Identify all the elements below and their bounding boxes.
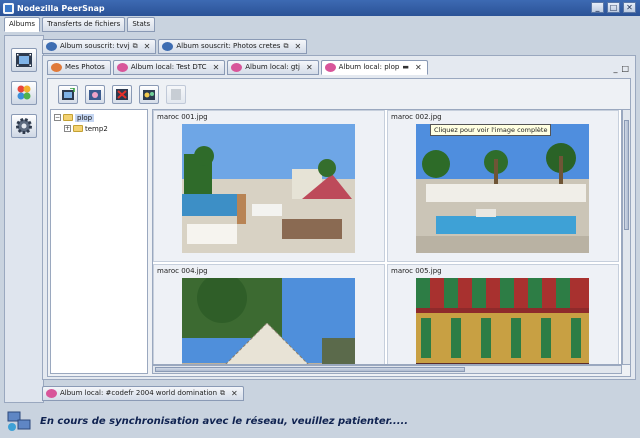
thumbnail-image[interactable] bbox=[182, 278, 355, 365]
tree-label: plop bbox=[75, 113, 95, 122]
album-tabbar: Mes Photos Album local: Test DTC ✕ Album… bbox=[47, 60, 428, 75]
main-tabbar: Albums Transferts de fichiers Stats bbox=[4, 17, 156, 33]
window-close-button[interactable]: ✕ bbox=[623, 2, 636, 13]
album-icon bbox=[324, 63, 336, 72]
tab-subscribed-photos-cretes[interactable]: Album souscrit: Photos cretes ⧉ ✕ bbox=[158, 39, 308, 54]
scroll-thumb[interactable] bbox=[155, 367, 465, 372]
gear-icon bbox=[16, 118, 32, 134]
thumbnail-caption: maroc 005.jpg bbox=[391, 267, 442, 275]
network-icon bbox=[7, 411, 31, 431]
tab-albums[interactable]: Albums bbox=[4, 17, 41, 32]
tab-my-photos[interactable]: Mes Photos bbox=[47, 60, 111, 75]
panel-maximize-button[interactable]: □ bbox=[621, 64, 629, 73]
folder-open-icon bbox=[63, 114, 73, 121]
close-tab-icon[interactable]: ✕ bbox=[213, 61, 220, 74]
thumbnail-image[interactable] bbox=[416, 124, 589, 253]
vertical-scrollbar[interactable] bbox=[622, 109, 631, 365]
minimize-tab-icon[interactable]: ▬ bbox=[402, 61, 409, 74]
tree-node-plop[interactable]: − plop bbox=[54, 112, 144, 123]
undock-icon[interactable]: ⧉ bbox=[220, 387, 225, 400]
import-photo-button[interactable] bbox=[58, 84, 78, 104]
status-bar: En cours de synchronisation avec le rése… bbox=[0, 404, 640, 438]
tab-file-transfers[interactable]: Transferts de fichiers bbox=[42, 17, 126, 32]
properties-button[interactable] bbox=[166, 84, 186, 104]
import-icon bbox=[62, 87, 75, 100]
tab-label: Album local: #codefr 2004 world dominati… bbox=[60, 389, 218, 397]
film-icon bbox=[16, 53, 32, 67]
bottom-tabbar: Album local: #codefr 2004 world dominati… bbox=[42, 386, 244, 401]
thumbnail-cell[interactable]: maroc 005.jpg bbox=[387, 264, 619, 365]
delete-button[interactable] bbox=[112, 84, 132, 104]
album-content: − plop + temp2 maroc 001.jpg maroc 002.j… bbox=[47, 78, 631, 377]
sidebar-contacts-button[interactable] bbox=[11, 81, 37, 105]
tab-label: Album local: gtj bbox=[245, 63, 300, 71]
tab-label: Album souscrit: Photos cretes bbox=[176, 42, 281, 50]
panel-minimize-button[interactable]: _ bbox=[613, 64, 617, 73]
tree-label: temp2 bbox=[85, 124, 108, 133]
tab-stats[interactable]: Stats bbox=[127, 17, 156, 32]
share-icon bbox=[143, 89, 155, 100]
thumbnail-image[interactable] bbox=[416, 278, 589, 365]
tree-node-temp2[interactable]: + temp2 bbox=[54, 123, 144, 134]
window-minimize-button[interactable]: _ bbox=[591, 2, 604, 13]
close-tab-icon[interactable]: ✕ bbox=[415, 61, 422, 74]
close-tab-icon[interactable]: ✕ bbox=[306, 61, 313, 74]
close-tab-icon[interactable]: ✕ bbox=[294, 40, 301, 53]
properties-icon bbox=[171, 88, 181, 100]
sidebar bbox=[4, 35, 44, 403]
thumbnail-cell[interactable]: maroc 001.jpg bbox=[153, 110, 385, 262]
add-album-button[interactable] bbox=[85, 84, 105, 104]
tab-label: Album local: Test DTC bbox=[130, 63, 207, 71]
tab-label: Mes Photos bbox=[65, 63, 105, 71]
folder-icon bbox=[73, 125, 83, 132]
tab-label: Album souscrit: tvvj bbox=[60, 42, 130, 50]
horizontal-scrollbar[interactable] bbox=[152, 365, 622, 374]
window-titlebar: Nodezilla PeerSnap _ □ ✕ bbox=[0, 0, 640, 16]
app-icon bbox=[3, 2, 14, 14]
expand-icon[interactable]: + bbox=[64, 125, 71, 132]
close-tab-icon[interactable]: ✕ bbox=[231, 387, 238, 400]
thumbnail-caption: maroc 004.jpg bbox=[157, 267, 208, 275]
album-icon bbox=[231, 63, 243, 72]
close-tab-icon[interactable]: ✕ bbox=[144, 40, 151, 53]
album-icon bbox=[116, 63, 128, 72]
undock-icon[interactable]: ⧉ bbox=[283, 40, 288, 53]
tab-album-codefr[interactable]: Album local: #codefr 2004 world dominati… bbox=[42, 386, 244, 401]
album-icon bbox=[46, 389, 57, 398]
thumbnail-caption: maroc 001.jpg bbox=[157, 113, 208, 121]
album-icon bbox=[162, 42, 174, 51]
sidebar-albums-button[interactable] bbox=[11, 48, 37, 72]
tab-subscribed-tvvj[interactable]: Album souscrit: tvvj ⧉ ✕ bbox=[42, 39, 157, 54]
window-maximize-button[interactable]: □ bbox=[607, 2, 620, 13]
album-add-icon bbox=[89, 89, 101, 100]
thumbnail-grid: maroc 001.jpg maroc 002.jpg Cliquez pour… bbox=[152, 109, 622, 365]
image-tooltip: Cliquez pour voir l'image complète bbox=[430, 124, 552, 136]
status-message: En cours de synchronisation avec le rése… bbox=[40, 415, 409, 427]
sidebar-settings-button[interactable] bbox=[11, 114, 37, 138]
delete-icon bbox=[116, 88, 128, 100]
album-panel: Mes Photos Album local: Test DTC ✕ Album… bbox=[42, 55, 636, 380]
subscribed-tabbar: Album souscrit: tvvj ⧉ ✕ Album souscrit:… bbox=[42, 39, 308, 54]
collapse-icon[interactable]: − bbox=[54, 114, 61, 121]
undock-icon[interactable]: ⧉ bbox=[133, 40, 138, 53]
tab-album-plop[interactable]: Album local: plop ▬ ✕ bbox=[320, 60, 428, 75]
album-toolbar bbox=[50, 82, 186, 106]
tab-album-test-dtc[interactable]: Album local: Test DTC ✕ bbox=[112, 60, 226, 75]
panel-controls: _ □ bbox=[613, 64, 629, 73]
scroll-thumb[interactable] bbox=[624, 120, 629, 230]
share-button[interactable] bbox=[139, 84, 159, 104]
album-icon bbox=[46, 42, 57, 51]
photos-icon bbox=[51, 63, 62, 72]
users-icon bbox=[17, 85, 31, 100]
thumbnail-cell[interactable]: maroc 004.jpg bbox=[153, 264, 385, 365]
thumbnail-caption: maroc 002.jpg bbox=[391, 113, 442, 121]
tab-album-gtj[interactable]: Album local: gtj ✕ bbox=[227, 60, 319, 75]
tab-label: Album local: plop bbox=[338, 63, 400, 71]
thumbnail-cell[interactable]: maroc 002.jpg Cliquez pour voir l'image … bbox=[387, 110, 619, 262]
window-title: Nodezilla PeerSnap bbox=[17, 3, 105, 13]
thumbnail-image[interactable] bbox=[182, 124, 355, 253]
folder-tree: − plop + temp2 bbox=[50, 109, 148, 374]
